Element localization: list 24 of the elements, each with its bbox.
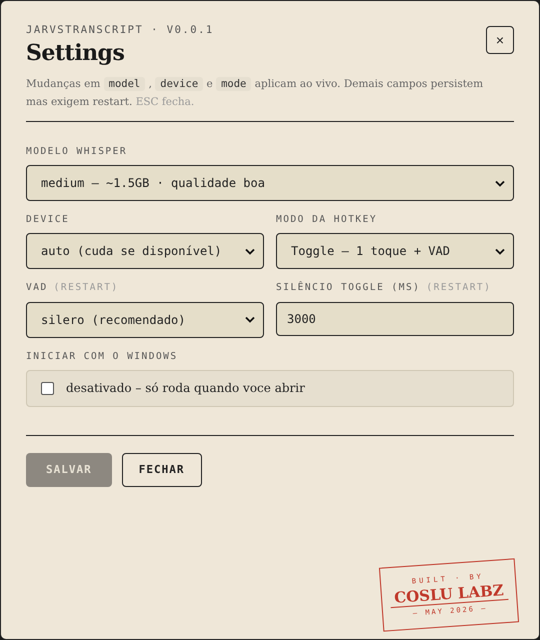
checkbox-label: desativado – só roda quando voce abrir — [66, 380, 305, 398]
description-text: Mudanças em model , device e mode aplicam ao vivo. Demais campos persistem mas exigem restart. ESC fecha. — [26, 76, 484, 110]
dropdown[interactable]: auto (cuda se disponível) — [26, 233, 264, 270]
chevron-icon — [495, 248, 505, 255]
field-label: MODO DA HOTKEY — [276, 213, 378, 227]
dropdown[interactable]: silero (recomendado) — [26, 302, 264, 338]
dropdown[interactable]: medium — ~1.5GB · qualidade boa — [26, 165, 514, 201]
close-button[interactable]: FECHAR — [122, 452, 202, 487]
field-label: VAD — [26, 281, 48, 296]
chevron-icon — [245, 248, 255, 255]
window-title: Settings — [26, 38, 126, 67]
checkbox[interactable] — [41, 382, 54, 395]
input-field[interactable]: 3000 — [276, 302, 514, 336]
field-label: INICIAR COM O WINDOWS — [26, 350, 178, 364]
field-note: (RESTART) — [426, 281, 492, 296]
close-button[interactable]: × — [486, 26, 514, 54]
field-label: MODELO WHISPER — [26, 144, 128, 159]
field-note: (RESTART) — [54, 281, 119, 296]
chevron-icon — [245, 316, 255, 323]
field-label: SILÊNCIO TOGGLE (MS) — [276, 281, 420, 296]
dropdown[interactable]: Toggle — 1 toque + VAD — [276, 233, 514, 270]
app-version: JARVSTRANSCRIPT · V0.0.1 — [26, 23, 214, 38]
chevron-icon — [495, 180, 505, 186]
field-label: DEVICE — [26, 213, 70, 227]
